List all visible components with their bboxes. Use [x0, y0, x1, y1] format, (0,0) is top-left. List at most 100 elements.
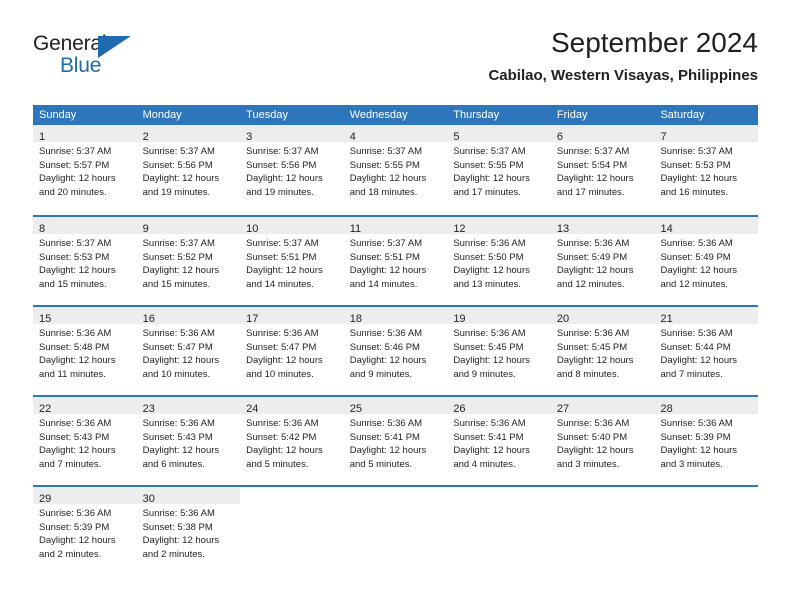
daylight-text-line1: Daylight: 12 hours	[349, 355, 427, 366]
day-details: Sunrise: 5:36 AM Sunset: 5:50 PM Dayligh…	[447, 234, 551, 291]
sunset-text: Sunset: 5:44 PM	[660, 341, 731, 353]
daylight-text-line1: Daylight: 12 hours	[246, 355, 323, 366]
sunrise-text: Sunrise: 5:36 AM	[556, 328, 630, 339]
day-number: 17	[246, 313, 259, 325]
sunrise-text: Sunrise: 5:36 AM	[453, 418, 526, 429]
daylight-text-line2: and 6 minutes.	[142, 458, 205, 470]
sunrise-text: Sunrise: 5:37 AM	[39, 238, 112, 249]
day-cell[interactable]: 17 Sunrise: 5:36 AM Sunset: 5:47 PM Dayl…	[240, 307, 344, 395]
sunrise-text: Sunrise: 5:37 AM	[349, 146, 423, 157]
day-cell[interactable]: 19 Sunrise: 5:36 AM Sunset: 5:45 PM Dayl…	[447, 307, 551, 395]
day-cell[interactable]: 1 Sunrise: 5:37 AM Sunset: 5:57 PM Dayli…	[33, 125, 137, 215]
day-details: Sunrise: 5:36 AM Sunset: 5:40 PM Dayligh…	[551, 414, 655, 471]
week-row: 22 Sunrise: 5:36 AM Sunset: 5:43 PM Dayl…	[33, 395, 759, 485]
daylight-text-line1: Daylight: 12 hours	[142, 173, 220, 184]
sunrise-text: Sunrise: 5:37 AM	[660, 146, 733, 157]
sunset-text: Sunset: 5:57 PM	[39, 159, 110, 171]
day-number: 4	[349, 131, 356, 143]
day-number: 26	[453, 403, 466, 415]
sunset-text: Sunset: 5:47 PM	[142, 341, 213, 353]
sunrise-text: Sunrise: 5:36 AM	[142, 508, 215, 519]
sunrise-text: Sunrise: 5:36 AM	[660, 238, 733, 249]
day-cell[interactable]: 25 Sunrise: 5:36 AM Sunset: 5:41 PM Dayl…	[343, 397, 448, 485]
sunrise-text: Sunrise: 5:36 AM	[660, 328, 733, 339]
day-details: Sunrise: 5:37 AM Sunset: 5:53 PM Dayligh…	[33, 234, 137, 291]
sunrise-text: Sunrise: 5:36 AM	[39, 508, 112, 519]
sunrise-text: Sunrise: 5:36 AM	[246, 418, 319, 429]
daylight-text-line2: and 10 minutes.	[246, 368, 314, 380]
day-cell[interactable]: 2 Sunrise: 5:37 AM Sunset: 5:56 PM Dayli…	[136, 125, 241, 215]
day-cell[interactable]: 24 Sunrise: 5:36 AM Sunset: 5:42 PM Dayl…	[240, 397, 344, 485]
sunset-text: Sunset: 5:56 PM	[246, 159, 317, 171]
weekday-header-tuesday: Tuesday	[246, 109, 288, 121]
day-cell[interactable]: 30 Sunrise: 5:36 AM Sunset: 5:38 PM Dayl…	[136, 487, 241, 575]
daylight-text-line2: and 12 minutes.	[660, 278, 729, 290]
day-cell[interactable]: 7 Sunrise: 5:37 AM Sunset: 5:53 PM Dayli…	[654, 125, 759, 215]
day-number: 2	[142, 131, 149, 143]
day-details: Sunrise: 5:36 AM Sunset: 5:44 PM Dayligh…	[654, 324, 758, 381]
daylight-text-line1: Daylight: 12 hours	[556, 265, 634, 276]
day-cell[interactable]: 28 Sunrise: 5:36 AM Sunset: 5:39 PM Dayl…	[654, 397, 759, 485]
day-cell[interactable]: 4 Sunrise: 5:37 AM Sunset: 5:55 PM Dayli…	[343, 125, 448, 215]
day-cell[interactable]: 12 Sunrise: 5:36 AM Sunset: 5:50 PM Dayl…	[447, 217, 551, 305]
daylight-text-line2: and 7 minutes.	[660, 368, 723, 380]
day-details: Sunrise: 5:37 AM Sunset: 5:54 PM Dayligh…	[551, 142, 655, 199]
sunset-text: Sunset: 5:49 PM	[660, 251, 731, 263]
daylight-text-line1: Daylight: 12 hours	[556, 355, 634, 366]
day-details: Sunrise: 5:36 AM Sunset: 5:47 PM Dayligh…	[137, 324, 241, 381]
day-number-band: 17	[240, 307, 344, 325]
day-number-band: 14	[654, 217, 759, 235]
day-number: 29	[39, 493, 52, 505]
day-cell[interactable]: 22 Sunrise: 5:36 AM Sunset: 5:43 PM Dayl…	[33, 397, 137, 485]
day-number-band: 26	[447, 397, 551, 415]
day-number-band: 18	[343, 307, 448, 325]
daylight-text-line2: and 19 minutes.	[246, 186, 314, 198]
day-cell[interactable]: 21 Sunrise: 5:36 AM Sunset: 5:44 PM Dayl…	[654, 307, 759, 395]
day-details: Sunrise: 5:37 AM Sunset: 5:53 PM Dayligh…	[654, 142, 758, 199]
day-cell[interactable]: 11 Sunrise: 5:37 AM Sunset: 5:51 PM Dayl…	[343, 217, 448, 305]
day-cell[interactable]: 3 Sunrise: 5:37 AM Sunset: 5:56 PM Dayli…	[240, 125, 344, 215]
page-subtitle-location: Cabilao, Western Visayas, Philippines	[488, 67, 758, 84]
day-details: Sunrise: 5:36 AM Sunset: 5:41 PM Dayligh…	[344, 414, 448, 471]
day-number-band: 24	[240, 397, 344, 415]
day-number-band	[447, 487, 551, 504]
daylight-text-line2: and 4 minutes.	[453, 458, 516, 470]
day-cell[interactable]: 26 Sunrise: 5:36 AM Sunset: 5:41 PM Dayl…	[447, 397, 551, 485]
daylight-text-line1: Daylight: 12 hours	[556, 445, 634, 456]
general-blue-logo[interactable]: General Blue	[33, 32, 143, 84]
day-details: Sunrise: 5:36 AM Sunset: 5:41 PM Dayligh…	[447, 414, 551, 471]
daylight-text-line2: and 9 minutes.	[349, 368, 413, 380]
day-cell[interactable]: 6 Sunrise: 5:37 AM Sunset: 5:54 PM Dayli…	[550, 125, 655, 215]
day-number-band: 12	[447, 217, 551, 235]
daylight-text-line1: Daylight: 12 hours	[246, 445, 323, 456]
daylight-text-line2: and 17 minutes.	[453, 186, 521, 198]
day-cell[interactable]: 18 Sunrise: 5:36 AM Sunset: 5:46 PM Dayl…	[343, 307, 448, 395]
day-cell[interactable]: 14 Sunrise: 5:36 AM Sunset: 5:49 PM Dayl…	[654, 217, 759, 305]
day-number-band: 23	[136, 397, 241, 415]
day-cell[interactable]: 5 Sunrise: 5:37 AM Sunset: 5:55 PM Dayli…	[447, 125, 551, 215]
day-cell[interactable]: 29 Sunrise: 5:36 AM Sunset: 5:39 PM Dayl…	[33, 487, 137, 575]
day-cell[interactable]: 20 Sunrise: 5:36 AM Sunset: 5:45 PM Dayl…	[550, 307, 655, 395]
day-cell[interactable]: 16 Sunrise: 5:36 AM Sunset: 5:47 PM Dayl…	[136, 307, 241, 395]
sunset-text: Sunset: 5:56 PM	[142, 159, 213, 171]
sunrise-text: Sunrise: 5:36 AM	[556, 418, 630, 429]
day-number: 1	[39, 131, 46, 143]
sunset-text: Sunset: 5:52 PM	[142, 251, 213, 263]
day-number-band: 22	[33, 397, 137, 415]
day-details: Sunrise: 5:36 AM Sunset: 5:49 PM Dayligh…	[551, 234, 655, 291]
day-cell[interactable]: 9 Sunrise: 5:37 AM Sunset: 5:52 PM Dayli…	[136, 217, 241, 305]
week-row: 1 Sunrise: 5:37 AM Sunset: 5:57 PM Dayli…	[33, 125, 759, 215]
day-details: Sunrise: 5:36 AM Sunset: 5:39 PM Dayligh…	[33, 504, 137, 561]
day-cell[interactable]: 10 Sunrise: 5:37 AM Sunset: 5:51 PM Dayl…	[240, 217, 344, 305]
sunset-text: Sunset: 5:51 PM	[246, 251, 317, 263]
day-cell[interactable]: 8 Sunrise: 5:37 AM Sunset: 5:53 PM Dayli…	[33, 217, 137, 305]
day-cell[interactable]: 13 Sunrise: 5:36 AM Sunset: 5:49 PM Dayl…	[550, 217, 655, 305]
day-cell[interactable]: 27 Sunrise: 5:36 AM Sunset: 5:40 PM Dayl…	[550, 397, 655, 485]
day-cell[interactable]: 15 Sunrise: 5:36 AM Sunset: 5:48 PM Dayl…	[33, 307, 137, 395]
sunset-text: Sunset: 5:39 PM	[660, 431, 731, 443]
daylight-text-line1: Daylight: 12 hours	[349, 173, 427, 184]
day-cell[interactable]: 23 Sunrise: 5:36 AM Sunset: 5:43 PM Dayl…	[136, 397, 241, 485]
daylight-text-line2: and 8 minutes.	[556, 368, 620, 380]
day-details: Sunrise: 5:36 AM Sunset: 5:49 PM Dayligh…	[654, 234, 758, 291]
day-cell-empty	[240, 487, 344, 575]
